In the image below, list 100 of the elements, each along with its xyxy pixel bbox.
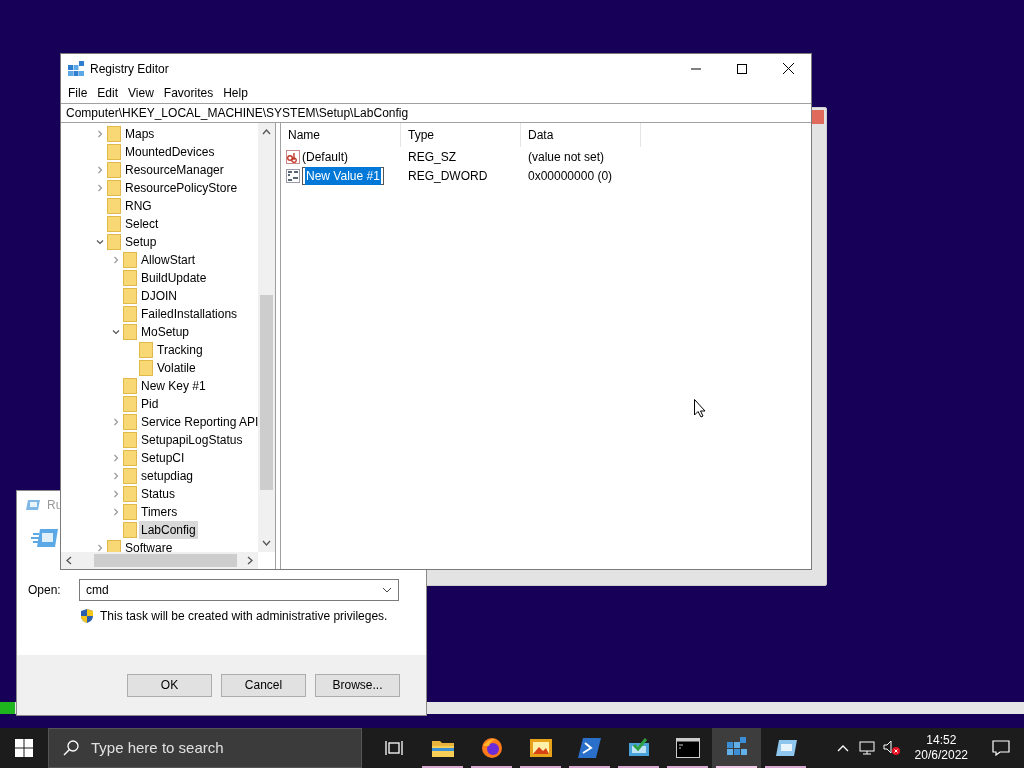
value-data: (value not set) [527, 148, 605, 166]
folder-icon [123, 432, 137, 448]
tree-item[interactable]: MoSetup [139, 323, 192, 341]
task-view-icon [385, 740, 403, 756]
open-label: Open: [28, 582, 62, 599]
dropdown-chevron-icon[interactable] [382, 587, 392, 593]
close-icon [782, 63, 794, 74]
column-header[interactable]: Data [521, 123, 641, 147]
folder-icon [123, 450, 137, 466]
tree-item[interactable]: Select [123, 215, 161, 233]
scroll-left-icon[interactable] [66, 556, 72, 565]
rename-field[interactable]: New Value #1 [302, 166, 384, 185]
menu-item[interactable]: File [63, 84, 93, 102]
tree-item[interactable]: BuildUpdate [139, 269, 209, 287]
folder-icon [123, 468, 137, 484]
tree-item[interactable]: setupdiag [139, 467, 196, 485]
search-field[interactable]: Type here to search [48, 728, 362, 768]
column-header[interactable]: Type [401, 123, 521, 147]
tree-item[interactable]: ResourceManager [123, 161, 226, 179]
folder-icon [107, 234, 121, 250]
tree-item[interactable]: Software [123, 539, 175, 552]
tree-item[interactable]: AllowStart [139, 251, 198, 269]
command-combobox[interactable]: cmd [79, 579, 399, 601]
folder-icon [107, 126, 121, 142]
notification-icon[interactable] [992, 740, 1010, 756]
tree-item[interactable]: Status [139, 485, 178, 503]
tree-item[interactable]: SetupapiLogStatus [139, 431, 245, 449]
window-icon [773, 738, 798, 758]
photo-frame-icon [528, 738, 553, 758]
fox-globe-icon [479, 736, 504, 760]
clock[interactable]: 14:52 20/6/2022 [904, 733, 978, 763]
scroll-right-icon[interactable] [247, 556, 253, 565]
network-icon[interactable] [858, 741, 875, 755]
collapse-chevron-icon[interactable] [96, 238, 104, 246]
tree-item[interactable]: MountedDevices [123, 143, 217, 161]
folder-icon [123, 396, 137, 412]
folder-icon [123, 270, 137, 286]
folder-icon [107, 180, 121, 196]
folder-icon [123, 324, 137, 340]
tree-item[interactable]: Service Reporting API [139, 413, 258, 431]
vertical-scrollbar[interactable] [258, 123, 275, 552]
value-type: REG_DWORD [407, 167, 489, 185]
scroll-down-icon[interactable] [262, 540, 271, 546]
tree-item[interactable]: New Key #1 [139, 377, 208, 395]
admin-notice: This task will be created with administrative privileges. [100, 608, 388, 625]
folder-icon [107, 162, 121, 178]
tree-item[interactable]: Timers [139, 503, 180, 521]
folder-icon [123, 288, 137, 304]
value-name: (Default) [302, 148, 348, 166]
folder-icon [123, 522, 137, 538]
tree-item[interactable]: RNG [123, 197, 154, 215]
folder-icon [123, 414, 137, 430]
tree-item[interactable]: Pid [139, 395, 161, 413]
value-type: REG_SZ [407, 148, 457, 166]
menu-item[interactable]: Favorites [158, 84, 219, 102]
string-value-icon [286, 149, 300, 164]
windows-logo-icon [15, 739, 33, 757]
scroll-up-icon[interactable] [262, 129, 271, 135]
computer-check-icon [626, 737, 651, 759]
window-title: Registry Editor [90, 60, 169, 78]
tree-item[interactable]: Maps [123, 125, 157, 143]
binary-value-icon [286, 168, 300, 183]
cubes-icon [68, 60, 84, 77]
shield-icon [80, 608, 94, 624]
folder-icon [139, 342, 153, 358]
folder-icon [123, 378, 137, 394]
tree-item[interactable]: FailedInstallations [139, 305, 240, 323]
collapse-chevron-icon[interactable] [112, 328, 120, 336]
tree-item[interactable]: ResourcePolicyStore [123, 179, 240, 197]
muted-speaker-icon[interactable] [882, 740, 901, 756]
search-icon [63, 740, 79, 756]
tree-item[interactable]: LabConfig [139, 521, 198, 539]
column-header[interactable]: Name [281, 123, 401, 147]
folder-icon [123, 252, 137, 268]
address-bar[interactable]: Computer\HKEY_LOCAL_MACHINE\SYSTEM\Setup\LabConfig [61, 103, 811, 123]
menu-item[interactable]: Help [218, 84, 253, 102]
dialog-button[interactable]: Cancel [221, 673, 306, 697]
taskbar-app-button[interactable] [712, 728, 761, 768]
tree-item[interactable]: Setup [123, 233, 159, 251]
menu-item[interactable]: View [123, 84, 159, 102]
tree-item[interactable]: SetupCI [139, 449, 187, 467]
dialog-button[interactable]: Browse... [315, 673, 400, 697]
window-icon [25, 499, 41, 511]
value-data: 0x00000000 (0) [527, 167, 613, 185]
folder-icon [430, 738, 455, 758]
terminal-icon [675, 738, 700, 758]
menu-item[interactable]: Edit [92, 84, 124, 102]
tree-item[interactable]: Volatile [155, 359, 198, 377]
folder-icon [107, 216, 121, 232]
window-icon [29, 527, 59, 549]
folder-icon [107, 198, 121, 214]
horizontal-scrollbar[interactable] [61, 552, 258, 569]
folder-icon [123, 306, 137, 322]
chevron-up-icon[interactable] [836, 744, 849, 752]
terminal-prompt-icon [577, 737, 602, 759]
folder-icon [123, 486, 137, 502]
tree-item[interactable]: DJOIN [139, 287, 179, 305]
dialog-button[interactable]: OK [127, 673, 212, 697]
tree-item[interactable]: Tracking [155, 341, 205, 359]
folder-icon [139, 360, 153, 376]
